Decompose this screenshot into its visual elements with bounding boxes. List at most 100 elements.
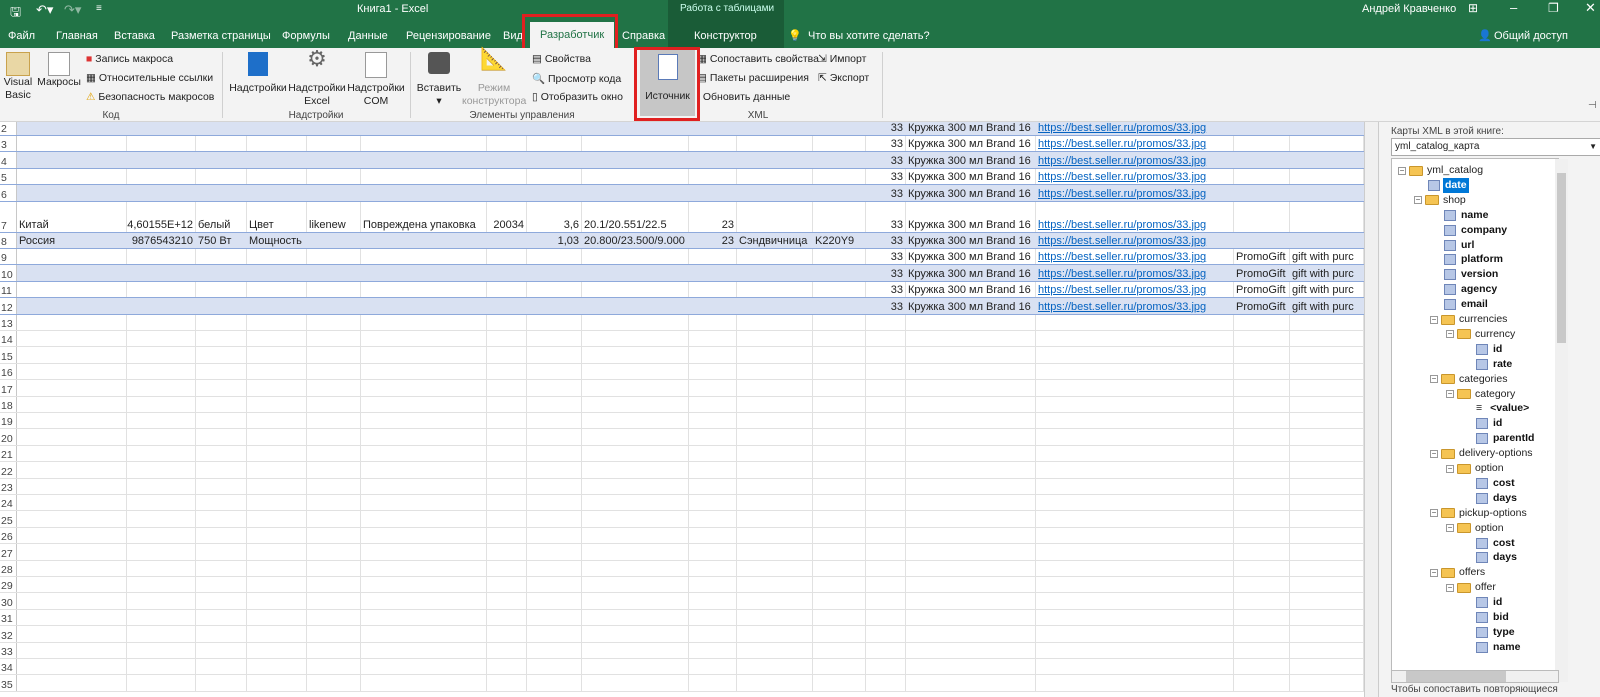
cell-B[interactable]: [127, 511, 196, 527]
cell-B[interactable]: [127, 593, 196, 609]
cell-A[interactable]: [17, 249, 127, 265]
cell-P[interactable]: [1234, 593, 1290, 609]
cell-B[interactable]: [127, 462, 196, 478]
cell-D[interactable]: [247, 331, 307, 347]
cell-E[interactable]: [307, 136, 361, 152]
cell-F[interactable]: [361, 593, 487, 609]
cell-C[interactable]: белый: [196, 201, 247, 232]
cell-K[interactable]: [737, 122, 813, 135]
worksheet-grid[interactable]: 2 33 Кружка 300 мл Brand 16 https://best.se…: [0, 122, 1364, 697]
cell-I[interactable]: [582, 675, 689, 691]
cell-N[interactable]: Кружка 300 мл Brand 16: [906, 122, 1036, 135]
cell-I[interactable]: [582, 122, 689, 135]
cell-A[interactable]: [17, 396, 127, 412]
tree-node[interactable]: − option: [1446, 461, 1506, 476]
cell-G[interactable]: [487, 331, 527, 347]
cell-E[interactable]: [307, 331, 361, 347]
cell-F[interactable]: [361, 445, 487, 462]
redo-icon[interactable]: ↷▾: [64, 2, 81, 18]
cell-O[interactable]: [1036, 659, 1234, 675]
cell-Q[interactable]: [1290, 347, 1364, 363]
cell-O[interactable]: https://best.seller.ru/promos/33.jpg: [1036, 185, 1234, 201]
cell-C[interactable]: [196, 462, 247, 478]
cell-G[interactable]: [487, 462, 527, 478]
cell-J[interactable]: [689, 347, 737, 363]
cell-G[interactable]: [487, 396, 527, 412]
cell-F[interactable]: [361, 347, 487, 363]
cell-L[interactable]: [813, 265, 866, 281]
cell-A[interactable]: Китай: [17, 201, 127, 232]
cell-H[interactable]: [527, 462, 582, 478]
cell-F[interactable]: [361, 363, 487, 380]
tree-node[interactable]: − delivery-options: [1430, 446, 1535, 461]
cell-M[interactable]: [866, 314, 906, 330]
cell-O[interactable]: https://best.seller.ru/promos/33.jpg: [1036, 168, 1234, 185]
row-header[interactable]: 24: [0, 495, 17, 511]
cell-I[interactable]: [582, 445, 689, 462]
cell-P[interactable]: [1234, 396, 1290, 412]
cell-C[interactable]: [196, 396, 247, 412]
tree-node[interactable]: name: [1430, 208, 1490, 223]
cell-A[interactable]: [17, 544, 127, 560]
cell-G[interactable]: [487, 136, 527, 152]
cell-K[interactable]: [737, 185, 813, 201]
cell-M[interactable]: [866, 642, 906, 658]
cell-O[interactable]: [1036, 380, 1234, 396]
cell-D[interactable]: [247, 249, 307, 265]
row-header[interactable]: 25: [0, 511, 17, 527]
vertical-scrollbar[interactable]: [1364, 122, 1378, 697]
tell-me-input[interactable]: Что вы хотите сделать?: [808, 25, 930, 47]
cell-D[interactable]: [247, 560, 307, 576]
cell-F[interactable]: [361, 281, 487, 298]
cell-E[interactable]: [307, 185, 361, 201]
cell-M[interactable]: [866, 560, 906, 576]
cell-G[interactable]: 20034: [487, 201, 527, 232]
cell-L[interactable]: [813, 314, 866, 330]
cell-O[interactable]: [1036, 445, 1234, 462]
cell-D[interactable]: [247, 478, 307, 494]
cell-B[interactable]: [127, 413, 196, 429]
cell-A[interactable]: [17, 577, 127, 593]
cell-K[interactable]: [737, 281, 813, 298]
row-header[interactable]: 28: [0, 560, 17, 576]
design-mode-button[interactable]: 📐 Режим конструктора: [462, 48, 526, 108]
cell-A[interactable]: [17, 168, 127, 185]
cell-A[interactable]: [17, 347, 127, 363]
cell-J[interactable]: [689, 577, 737, 593]
cell-L[interactable]: [813, 413, 866, 429]
cell-K[interactable]: [737, 314, 813, 330]
url-link[interactable]: https://best.seller.ru/promos/33.jpg: [1038, 251, 1206, 263]
cell-E[interactable]: [307, 445, 361, 462]
cell-O[interactable]: [1036, 413, 1234, 429]
cell-F[interactable]: [361, 626, 487, 642]
row-header[interactable]: 19: [0, 413, 17, 429]
cell-H[interactable]: [527, 168, 582, 185]
cell-P[interactable]: PromoGift: [1234, 265, 1290, 281]
cell-H[interactable]: 3,6: [527, 201, 582, 232]
cell-O[interactable]: [1036, 478, 1234, 494]
cell-I[interactable]: [582, 577, 689, 593]
tree-node[interactable]: parentId: [1462, 431, 1536, 446]
cell-M[interactable]: [866, 347, 906, 363]
cell-F[interactable]: [361, 122, 487, 135]
row-header[interactable]: 33: [0, 642, 17, 658]
cell-A[interactable]: [17, 122, 127, 135]
cell-E[interactable]: [307, 380, 361, 396]
com-addins-button[interactable]: Надстройки COM: [346, 52, 406, 108]
cell-G[interactable]: [487, 593, 527, 609]
cell-C[interactable]: [196, 544, 247, 560]
cell-M[interactable]: [866, 495, 906, 511]
tree-node[interactable]: days: [1462, 550, 1519, 565]
cell-K[interactable]: [737, 152, 813, 168]
cell-I[interactable]: 20.800/23.500/9.000: [582, 232, 689, 248]
cell-D[interactable]: [247, 445, 307, 462]
cell-N[interactable]: [906, 659, 1036, 675]
cell-P[interactable]: [1234, 462, 1290, 478]
cell-Q[interactable]: [1290, 626, 1364, 642]
cell-E[interactable]: [307, 232, 361, 248]
cell-P[interactable]: [1234, 659, 1290, 675]
cell-J[interactable]: [689, 265, 737, 281]
cell-N[interactable]: [906, 560, 1036, 576]
tree-node[interactable]: name: [1462, 640, 1522, 655]
cell-N[interactable]: Кружка 300 мл Brand 16: [906, 249, 1036, 265]
